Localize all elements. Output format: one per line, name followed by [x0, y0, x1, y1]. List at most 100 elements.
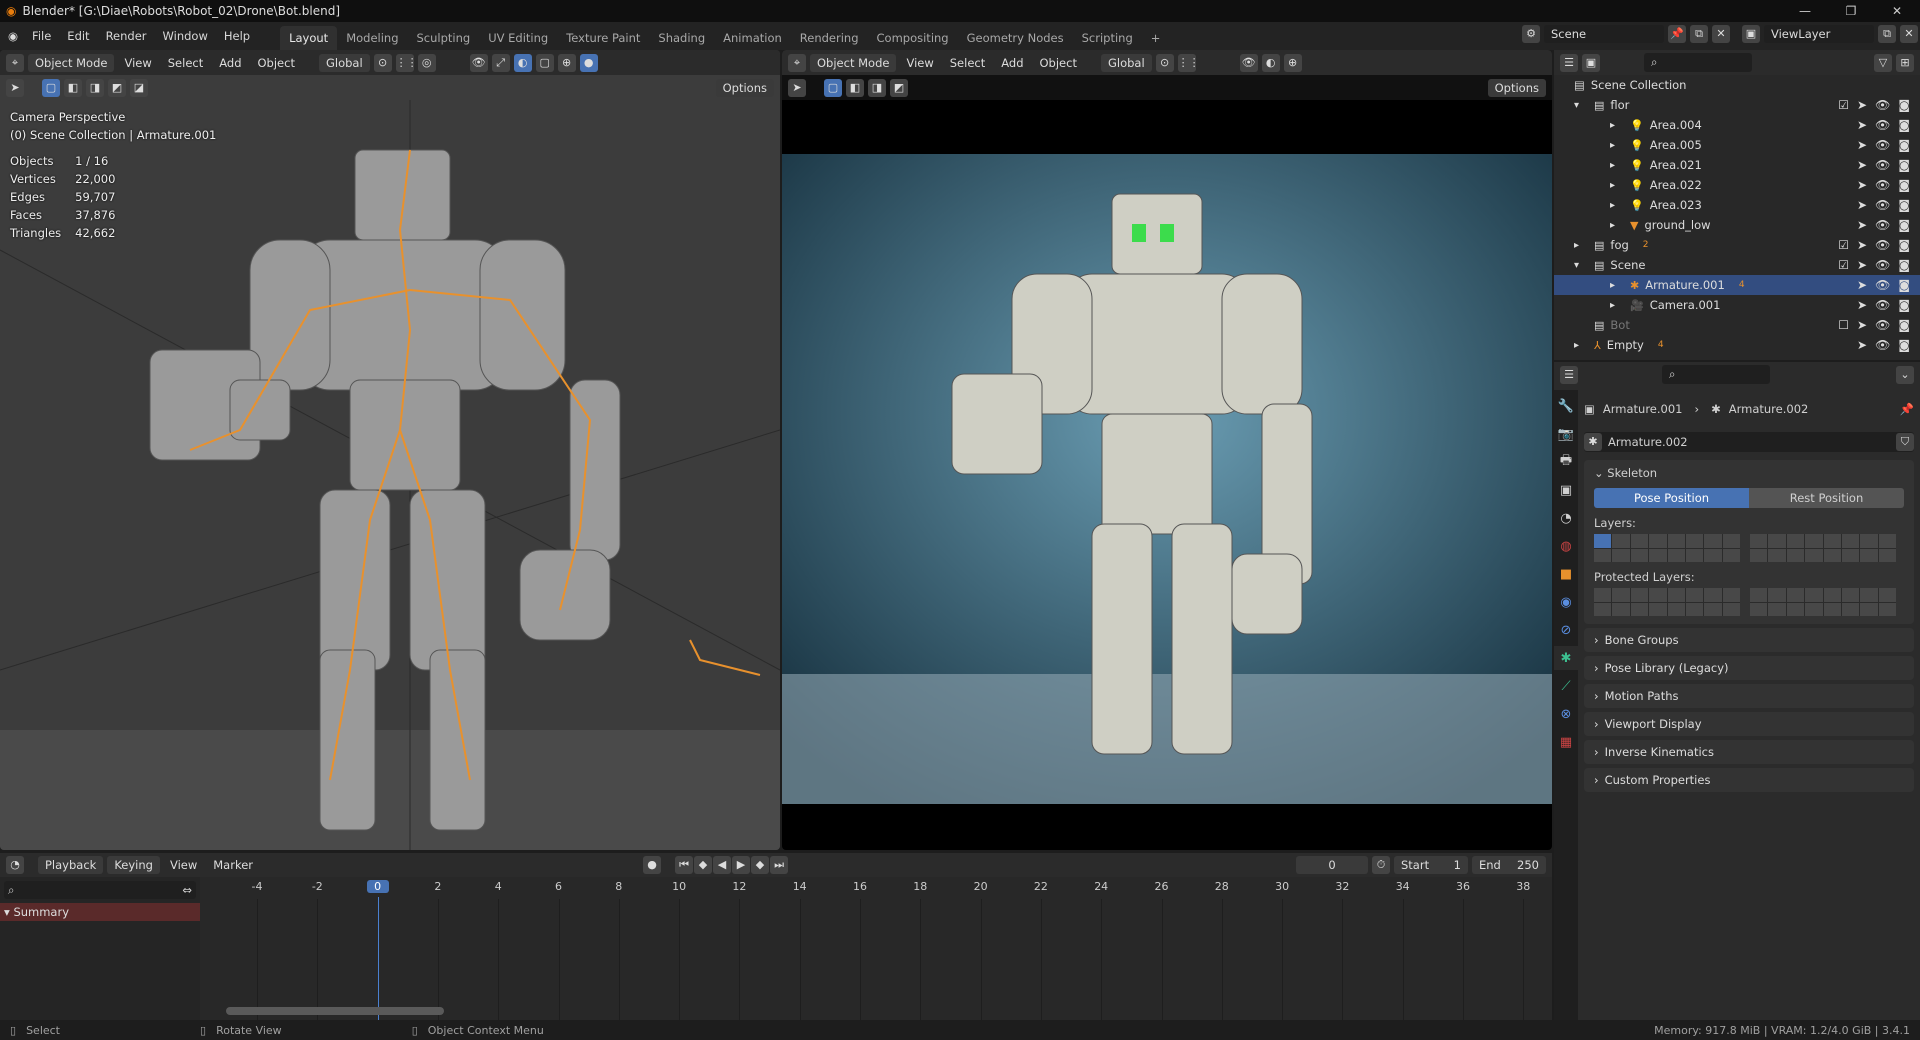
view-menu[interactable]: View — [900, 54, 939, 72]
options-dropdown[interactable]: Options — [1487, 78, 1546, 97]
select-extend-icon[interactable]: ◧ — [846, 78, 864, 97]
play-icon[interactable]: ▶ — [732, 856, 751, 874]
outliner-row[interactable]: ▾ ▤ Scene ☑ ➤ 👁 ◙ — [1554, 255, 1920, 275]
expand-arrow-icon[interactable]: ▸ — [1610, 220, 1624, 231]
skeleton-panel-header[interactable]: ⌄ Skeleton — [1594, 466, 1904, 480]
next-keyframe-icon[interactable]: ◆ — [751, 856, 770, 874]
outliner-row[interactable]: ▸ 💡 Area.021 ➤ 👁 ◙ — [1554, 155, 1920, 175]
outliner-row[interactable]: ▸ 🎥 Camera.001 ➤ 👁 ◙ — [1554, 295, 1920, 315]
render-camera-icon[interactable]: ◙ — [1898, 278, 1910, 292]
editor-type-icon[interactable]: ⌖ — [788, 53, 806, 72]
eye-icon[interactable]: 👁 — [1875, 178, 1890, 192]
eye-icon[interactable]: 👁 — [1875, 318, 1890, 332]
menu-edit[interactable]: Edit — [59, 29, 97, 43]
workspace-tab-compositing[interactable]: Compositing — [868, 26, 958, 50]
new-scene-icon[interactable]: ⧉ — [1690, 25, 1708, 43]
eye-icon[interactable]: 👁 — [1875, 118, 1890, 132]
outliner-row[interactable]: ▤ Bot ☐ ➤ 👁 ◙ — [1554, 315, 1920, 335]
swap-icon[interactable]: ⇔ — [182, 883, 192, 897]
expand-arrow-icon[interactable]: ▸ — [1610, 120, 1624, 131]
prev-keyframe-icon[interactable]: ◆ — [694, 856, 713, 874]
selectable-icon[interactable]: ➤ — [1857, 298, 1867, 312]
protected-grid-left[interactable] — [1594, 588, 1740, 616]
render-camera-icon[interactable]: ◙ — [1898, 258, 1910, 272]
eye-icon[interactable]: 👁 — [1875, 158, 1890, 172]
exclude-checkbox[interactable]: ☑ — [1838, 98, 1849, 112]
editor-type-icon[interactable]: ◔ — [6, 856, 24, 874]
workspace-tab-layout[interactable]: Layout — [280, 26, 338, 50]
panel-pose-library-legacy-[interactable]: › Pose Library (Legacy) — [1584, 656, 1914, 680]
select-subtract-icon[interactable]: ◨ — [868, 78, 886, 97]
eye-icon[interactable]: 👁 — [1875, 138, 1890, 152]
render-camera-icon[interactable]: ◙ — [1898, 138, 1910, 152]
outliner-root[interactable]: ▤ Scene Collection — [1554, 75, 1920, 95]
overlay-icon[interactable]: ◐ — [1261, 53, 1280, 72]
jump-start-icon[interactable]: ⏮ — [675, 856, 694, 874]
blender-menu-icon[interactable]: ◉ — [8, 29, 18, 43]
marker-menu[interactable]: Marker — [207, 856, 259, 874]
outliner-row[interactable]: ▸ ✱ Armature.001 4 ➤ 👁 ◙ — [1554, 275, 1920, 295]
delete-view-layer-icon[interactable]: ✕ — [1900, 25, 1918, 43]
pin-icon[interactable]: 📌 — [1668, 25, 1686, 43]
auto-keying-icon[interactable]: ● — [643, 856, 662, 874]
selectable-icon[interactable]: ➤ — [1857, 118, 1867, 132]
minimize-button[interactable]: — — [1782, 0, 1828, 22]
stopwatch-icon[interactable]: ⏱ — [1372, 856, 1390, 874]
snap-icon[interactable]: ⋮⋮ — [1177, 53, 1200, 72]
world-tab-icon[interactable]: ◍ — [1554, 534, 1578, 558]
jump-end-icon[interactable]: ⏭ — [770, 856, 789, 874]
wireframe-shading-icon[interactable]: ⊕ — [1283, 53, 1302, 72]
expand-arrow-icon[interactable]: ▸ — [1610, 280, 1624, 291]
render-camera-icon[interactable]: ◙ — [1898, 238, 1910, 252]
eye-icon[interactable]: 👁 — [1875, 218, 1890, 232]
object-menu[interactable]: Object — [1034, 54, 1083, 72]
expand-arrow-icon[interactable]: ▸ — [1610, 200, 1624, 211]
workspace-tab-rendering[interactable]: Rendering — [791, 26, 868, 50]
selectable-icon[interactable]: ➤ — [1857, 138, 1867, 152]
expand-arrow-icon[interactable]: ▸ — [1610, 160, 1624, 171]
orientation-dropdown[interactable]: Global — [1100, 53, 1152, 72]
pose-position-button[interactable]: Pose Position — [1594, 488, 1749, 508]
expand-arrow-icon[interactable]: ▾ — [1574, 100, 1588, 111]
selectable-icon[interactable]: ➤ — [1857, 158, 1867, 172]
texture-tab-icon[interactable]: ▦ — [1554, 730, 1578, 754]
render-camera-icon[interactable]: ◙ — [1898, 318, 1910, 332]
view-layer-icon[interactable]: ▣ — [1742, 25, 1760, 43]
layers-grid-left[interactable] — [1594, 534, 1740, 562]
keying-menu[interactable]: Keying — [107, 856, 160, 874]
panel-bone-groups[interactable]: › Bone Groups — [1584, 628, 1914, 652]
menu-render[interactable]: Render — [98, 29, 155, 43]
outliner-row[interactable]: ▾ ▤ flor ☑ ➤ 👁 ◙ — [1554, 95, 1920, 115]
current-frame-indicator[interactable]: 0 — [366, 880, 389, 893]
new-collection-icon[interactable]: ⊞ — [1896, 53, 1914, 72]
view-menu[interactable]: View — [164, 856, 203, 874]
options-chevron-icon[interactable]: ⌄ — [1896, 365, 1914, 384]
scene-tab-icon[interactable]: ◔ — [1554, 506, 1578, 530]
maximize-button[interactable]: ❐ — [1828, 0, 1874, 22]
visibility-icon[interactable]: 👁 — [1239, 53, 1258, 72]
viewport-3d-rendered[interactable]: ⌖ Object Mode View Select Add Object Glo… — [782, 50, 1552, 850]
expand-arrow-icon[interactable]: ▸ — [1610, 180, 1624, 191]
armature-data-tab-icon[interactable]: ✱ — [1554, 646, 1578, 670]
select-new-icon[interactable]: ▢ — [824, 78, 842, 97]
eye-icon[interactable]: 👁 — [1875, 258, 1890, 272]
dopesheet-area[interactable]: -4 -2 0 2 4 6 8 10 12 14 16 18 20 22 24 26 28 30 32 34 36 38 — [200, 877, 1552, 1020]
workspace-tab-modeling[interactable]: Modeling — [337, 26, 407, 50]
eye-icon[interactable]: 👁 — [1875, 198, 1890, 212]
close-button[interactable]: ✕ — [1874, 0, 1920, 22]
display-mode-icon[interactable]: ☰ — [1560, 53, 1578, 72]
physics-tab-icon[interactable]: ◉ — [1554, 590, 1578, 614]
datablock-name-field[interactable]: Armature.002 — [1602, 435, 1896, 449]
viewport-3d-solid[interactable]: ⌖ Object Mode View Select Add Object Glo… — [0, 50, 780, 850]
protected-layers-grid[interactable] — [1594, 588, 1904, 616]
bone-constraints-tab-icon[interactable]: ⊗ — [1554, 702, 1578, 726]
scene-selector-icon[interactable]: ⚙ — [1522, 25, 1540, 43]
panel-motion-paths[interactable]: › Motion Paths — [1584, 684, 1914, 708]
mode-dropdown[interactable]: Object Mode — [810, 53, 897, 72]
select-menu[interactable]: Select — [944, 54, 991, 72]
selectable-icon[interactable]: ➤ — [1857, 98, 1867, 112]
workspace-tab-uv-editing[interactable]: UV Editing — [479, 26, 557, 50]
eye-icon[interactable]: 👁 — [1875, 98, 1890, 112]
filter-icon[interactable]: ▽ — [1874, 53, 1892, 72]
outliner-row[interactable]: ▸ 💡 Area.022 ➤ 👁 ◙ — [1554, 175, 1920, 195]
